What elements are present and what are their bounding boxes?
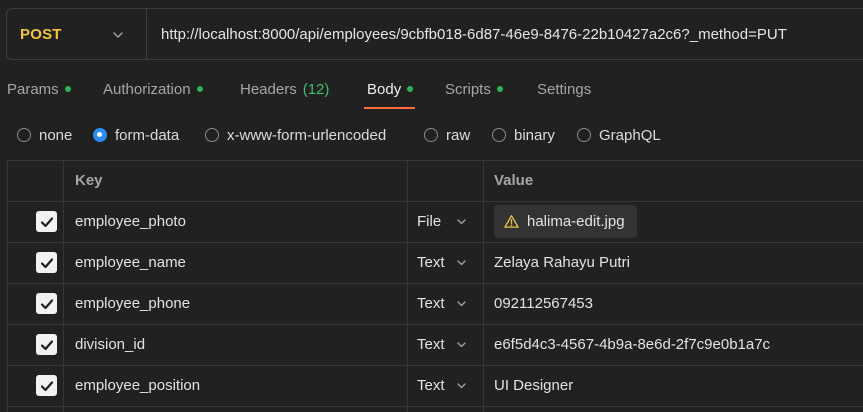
- radio-label: x-www-form-urlencoded: [227, 126, 387, 144]
- radio-none[interactable]: none: [17, 122, 72, 148]
- url-input[interactable]: http://localhost:8000/api/employees/9cbf…: [147, 26, 787, 43]
- type-select[interactable]: Text: [417, 324, 445, 365]
- row-checkbox[interactable]: [36, 293, 57, 314]
- row-checkbox[interactable]: [36, 334, 57, 355]
- table-row: employee_phone Text 092112567453: [7, 283, 863, 324]
- key-cell[interactable]: employee_photo: [75, 201, 186, 242]
- checkmark-icon: [40, 380, 53, 391]
- radio-graphql[interactable]: GraphQL: [577, 122, 661, 148]
- tab-label: Scripts: [445, 80, 491, 98]
- status-dot-icon: [64, 86, 71, 92]
- tab-label: Body: [367, 80, 402, 98]
- chevron-down-icon[interactable]: [455, 215, 468, 228]
- table-row: division_id Text e6f5d4c3-4567-4b9a-8e6d…: [7, 324, 863, 365]
- checkmark-icon: [40, 339, 53, 350]
- column-header-key: Key: [75, 172, 103, 189]
- tab-label: Authorization: [103, 80, 191, 98]
- chevron-down-icon[interactable]: [455, 297, 468, 310]
- row-checkbox[interactable]: [36, 211, 57, 232]
- chevron-down-icon[interactable]: [455, 379, 468, 392]
- radio-selected-icon[interactable]: [93, 128, 107, 142]
- type-select[interactable]: Text: [417, 242, 445, 283]
- value-cell[interactable]: e6f5d4c3-4567-4b9a-8e6d-2f7c9e0b1a7c: [494, 324, 770, 365]
- radio-label: raw: [446, 126, 471, 144]
- active-tab-underline: [364, 107, 415, 109]
- radio-circle-icon[interactable]: [205, 128, 219, 142]
- radio-circle-icon[interactable]: [577, 128, 591, 142]
- key-cell[interactable]: employee_position: [75, 365, 200, 406]
- table-row: employee_photo File halima-edit.jpg: [7, 201, 863, 242]
- tab-headers[interactable]: Headers (12): [240, 76, 329, 102]
- key-cell[interactable]: division_id: [75, 324, 145, 365]
- value-cell[interactable]: Zelaya Rahayu Putri: [494, 242, 630, 283]
- radio-label: GraphQL: [599, 126, 661, 144]
- type-select[interactable]: File: [417, 201, 441, 242]
- radio-binary[interactable]: binary: [492, 122, 555, 148]
- table-divider: [7, 406, 863, 407]
- chevron-down-icon[interactable]: [455, 338, 468, 351]
- headers-count-badge: (12): [302, 80, 330, 98]
- status-dot-icon: [196, 86, 203, 92]
- status-dot-icon: [407, 86, 414, 92]
- warning-icon: [504, 215, 519, 228]
- table-row: employee_position Text UI Designer: [7, 365, 863, 406]
- radio-x-www-form-urlencoded[interactable]: x-www-form-urlencoded: [205, 122, 386, 148]
- tab-label: Params: [7, 80, 59, 98]
- method-label: POST: [20, 25, 62, 43]
- row-checkbox[interactable]: [36, 252, 57, 273]
- form-data-table: Key Value employee_photo File halima-edi…: [7, 160, 863, 412]
- key-cell[interactable]: employee_phone: [75, 283, 190, 324]
- tab-params[interactable]: Params: [7, 76, 71, 102]
- file-chip[interactable]: halima-edit.jpg: [494, 205, 637, 238]
- type-select[interactable]: Text: [417, 283, 445, 324]
- method-select[interactable]: POST: [7, 9, 147, 59]
- request-tabs: Params Authorization Headers (12) Body S…: [0, 76, 863, 110]
- checkmark-icon: [40, 216, 53, 227]
- file-name: halima-edit.jpg: [527, 213, 625, 230]
- chevron-down-icon[interactable]: [455, 256, 468, 269]
- request-bar: POST http://localhost:8000/api/employees…: [6, 8, 863, 60]
- column-header-value: Value: [494, 172, 534, 189]
- table-row: employee_name Text Zelaya Rahayu Putri: [7, 242, 863, 283]
- checkmark-icon: [40, 257, 53, 268]
- value-cell[interactable]: UI Designer: [494, 365, 573, 406]
- body-type-options: none form-data x-www-form-urlencoded raw…: [0, 122, 863, 148]
- radio-form-data[interactable]: form-data: [93, 122, 179, 148]
- radio-circle-icon[interactable]: [492, 128, 506, 142]
- tab-label: Headers: [240, 80, 297, 98]
- radio-circle-icon[interactable]: [17, 128, 31, 142]
- status-dot-icon: [496, 86, 503, 92]
- row-checkbox[interactable]: [36, 375, 57, 396]
- value-cell[interactable]: 092112567453: [494, 283, 593, 324]
- tab-label: Settings: [537, 80, 592, 98]
- radio-circle-icon[interactable]: [424, 128, 438, 142]
- radio-label: binary: [514, 126, 555, 144]
- checkmark-icon: [40, 298, 53, 309]
- key-cell[interactable]: employee_name: [75, 242, 186, 283]
- radio-raw[interactable]: raw: [424, 122, 470, 148]
- table-divider: [7, 160, 863, 161]
- radio-label: form-data: [115, 126, 180, 144]
- tab-settings[interactable]: Settings: [537, 76, 591, 102]
- tab-scripts[interactable]: Scripts: [445, 76, 503, 102]
- tab-body[interactable]: Body: [367, 76, 414, 102]
- radio-label: none: [39, 126, 73, 144]
- tab-authorization[interactable]: Authorization: [103, 76, 203, 102]
- chevron-down-icon: [113, 32, 123, 38]
- type-select[interactable]: Text: [417, 365, 445, 406]
